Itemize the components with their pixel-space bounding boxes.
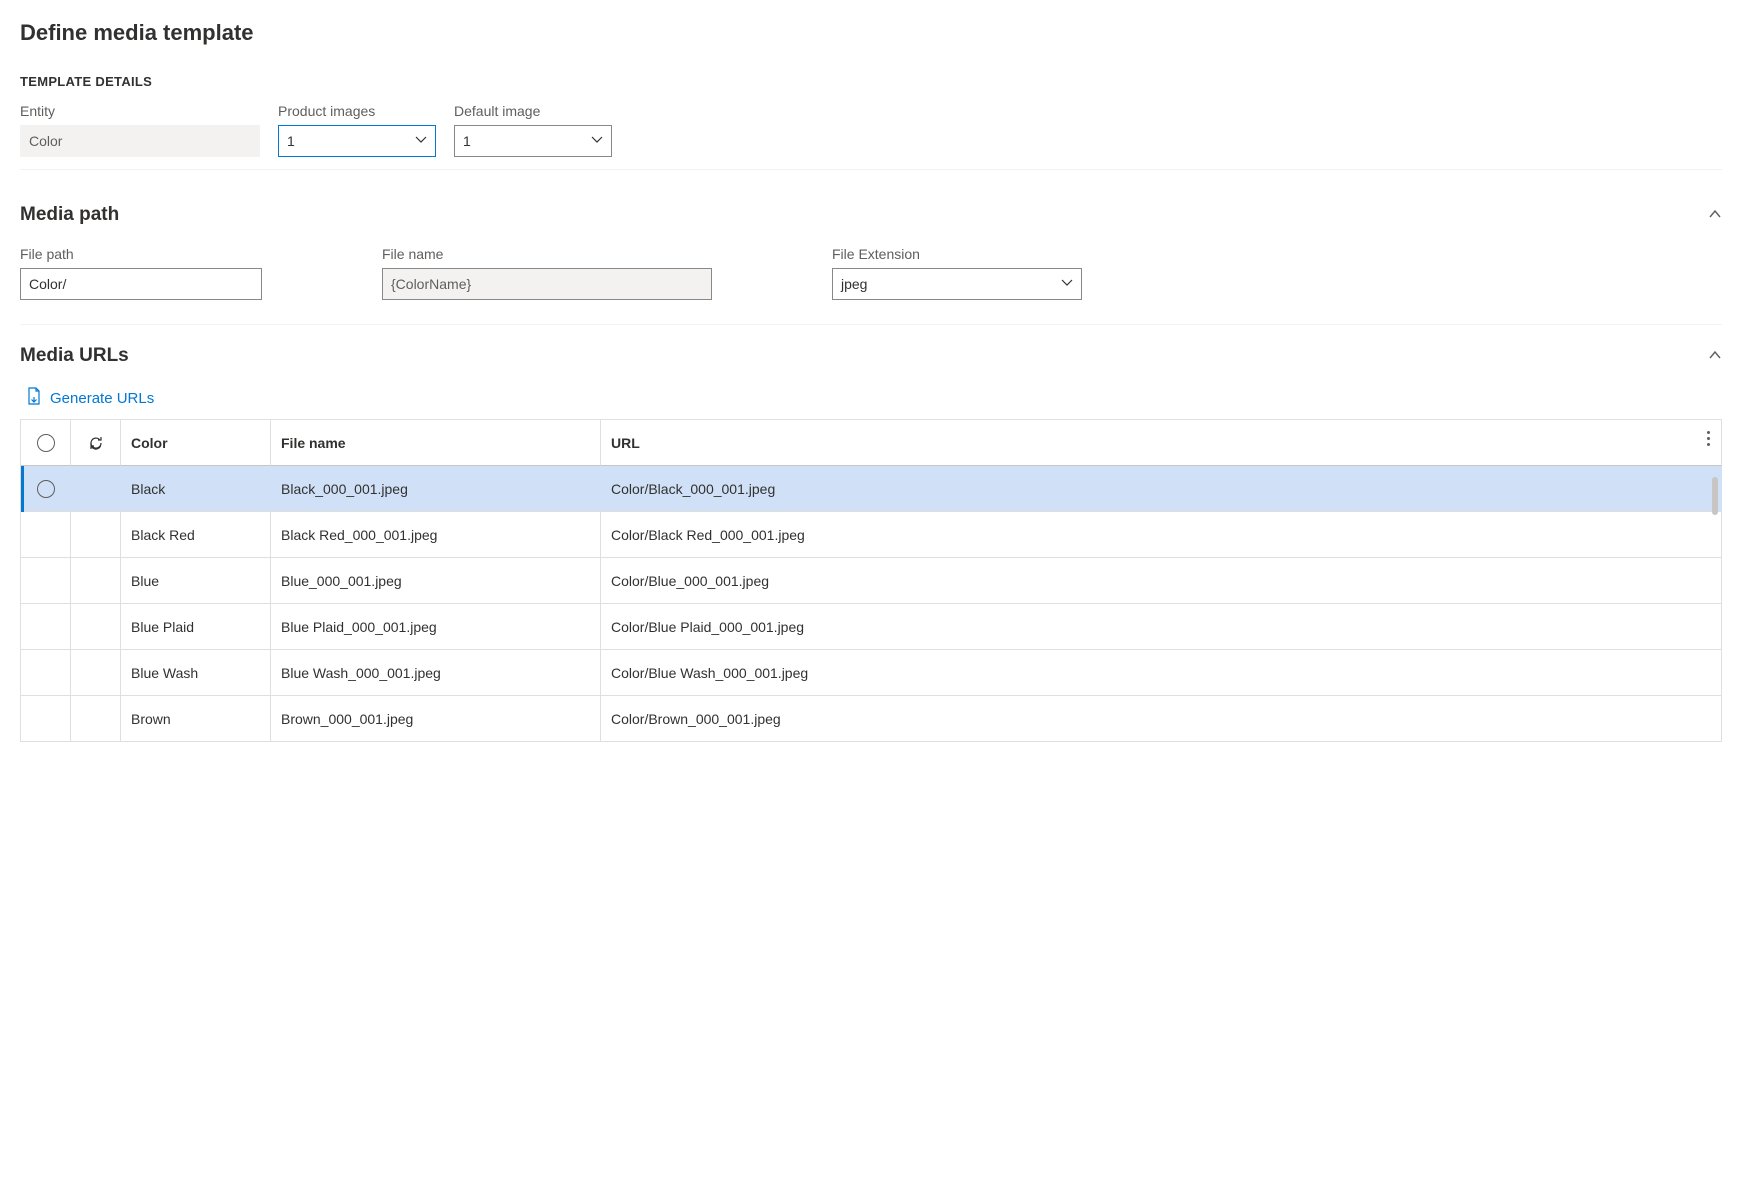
generate-urls-button[interactable]: Generate URLs: [20, 377, 160, 419]
select-all-header[interactable]: [21, 420, 71, 466]
media-path-title: Media path: [20, 204, 119, 226]
cell-color: Blue Wash: [121, 650, 271, 696]
file-extension-label: File Extension: [832, 246, 1082, 262]
row-status: [71, 604, 121, 650]
row-selector[interactable]: [21, 466, 71, 512]
cell-url: Color/Brown_000_001.jpeg: [601, 696, 1722, 742]
default-image-label: Default image: [454, 103, 612, 119]
product-images-value: 1: [287, 133, 295, 149]
cell-url: Color/Black Red_000_001.jpeg: [601, 512, 1722, 558]
cell-file-name: Blue Plaid_000_001.jpeg: [271, 604, 601, 650]
row-status: [71, 696, 121, 742]
row-selector[interactable]: [21, 604, 71, 650]
entity-field: Color: [20, 125, 260, 157]
cell-color: Blue Plaid: [121, 604, 271, 650]
row-selector[interactable]: [21, 512, 71, 558]
template-details-heading: TEMPLATE DETAILS: [20, 74, 1722, 89]
default-image-select[interactable]: 1: [454, 125, 612, 157]
chevron-up-icon: [1708, 207, 1722, 224]
row-selector[interactable]: [21, 558, 71, 604]
generate-urls-label: Generate URLs: [50, 390, 154, 407]
entity-label: Entity: [20, 103, 260, 119]
file-extension-select[interactable]: jpeg: [832, 268, 1082, 300]
page-title: Define media template: [20, 20, 1722, 46]
cell-url: Color/Black_000_001.jpeg: [601, 466, 1722, 512]
row-selector[interactable]: [21, 696, 71, 742]
table-row[interactable]: Blue WashBlue Wash_000_001.jpegColor/Blu…: [21, 650, 1722, 696]
cell-url: Color/Blue Wash_000_001.jpeg: [601, 650, 1722, 696]
cell-color: Black Red: [121, 512, 271, 558]
chevron-down-icon: [415, 133, 427, 149]
cell-file-name: Brown_000_001.jpeg: [271, 696, 601, 742]
row-selector[interactable]: [21, 650, 71, 696]
file-path-input[interactable]: [20, 268, 262, 300]
document-icon: [26, 387, 42, 409]
cell-file-name: Black_000_001.jpeg: [271, 466, 601, 512]
file-name-field: {ColorName}: [382, 268, 712, 300]
radio-icon: [37, 480, 55, 498]
cell-color: Blue: [121, 558, 271, 604]
table-row[interactable]: BlueBlue_000_001.jpegColor/Blue_000_001.…: [21, 558, 1722, 604]
grid-header: Color File name URL: [21, 420, 1722, 466]
row-status: [71, 466, 121, 512]
scrollbar-thumb[interactable]: [1712, 477, 1718, 515]
col-url[interactable]: URL: [601, 420, 1722, 466]
media-urls-title: Media URLs: [20, 345, 129, 367]
cell-url: Color/Blue_000_001.jpeg: [601, 558, 1722, 604]
media-path-section: Media path File path File name {ColorNam…: [20, 194, 1722, 325]
row-status: [71, 512, 121, 558]
cell-file-name: Blue Wash_000_001.jpeg: [271, 650, 601, 696]
urls-grid: Color File name URL BlackBlack_000_001.j…: [20, 419, 1722, 742]
cell-color: Brown: [121, 696, 271, 742]
cell-url: Color/Blue Plaid_000_001.jpeg: [601, 604, 1722, 650]
default-image-value: 1: [463, 133, 471, 149]
col-file-name[interactable]: File name: [271, 420, 601, 466]
col-color[interactable]: Color: [121, 420, 271, 466]
file-name-label: File name: [382, 246, 712, 262]
refresh-header[interactable]: [71, 420, 121, 466]
cell-color: Black: [121, 466, 271, 512]
cell-file-name: Blue_000_001.jpeg: [271, 558, 601, 604]
table-row[interactable]: Blue PlaidBlue Plaid_000_001.jpegColor/B…: [21, 604, 1722, 650]
chevron-down-icon: [1061, 276, 1073, 292]
chevron-down-icon: [591, 133, 603, 149]
media-path-header[interactable]: Media path: [20, 194, 1722, 236]
product-images-select[interactable]: 1: [278, 125, 436, 157]
file-path-label: File path: [20, 246, 262, 262]
file-extension-value: jpeg: [841, 276, 867, 292]
media-urls-section: Media URLs Generate URLs Color File name…: [20, 335, 1722, 742]
template-details-row: Entity Color Product images 1 Default im…: [20, 103, 1722, 170]
row-status: [71, 650, 121, 696]
media-urls-header[interactable]: Media URLs: [20, 335, 1722, 377]
radio-icon: [37, 434, 55, 452]
table-row[interactable]: BlackBlack_000_001.jpegColor/Black_000_0…: [21, 466, 1722, 512]
table-row[interactable]: BrownBrown_000_001.jpegColor/Brown_000_0…: [21, 696, 1722, 742]
product-images-label: Product images: [278, 103, 436, 119]
row-status: [71, 558, 121, 604]
more-options-icon[interactable]: [1707, 431, 1710, 446]
table-row[interactable]: Black RedBlack Red_000_001.jpegColor/Bla…: [21, 512, 1722, 558]
chevron-up-icon: [1708, 348, 1722, 365]
cell-file-name: Black Red_000_001.jpeg: [271, 512, 601, 558]
